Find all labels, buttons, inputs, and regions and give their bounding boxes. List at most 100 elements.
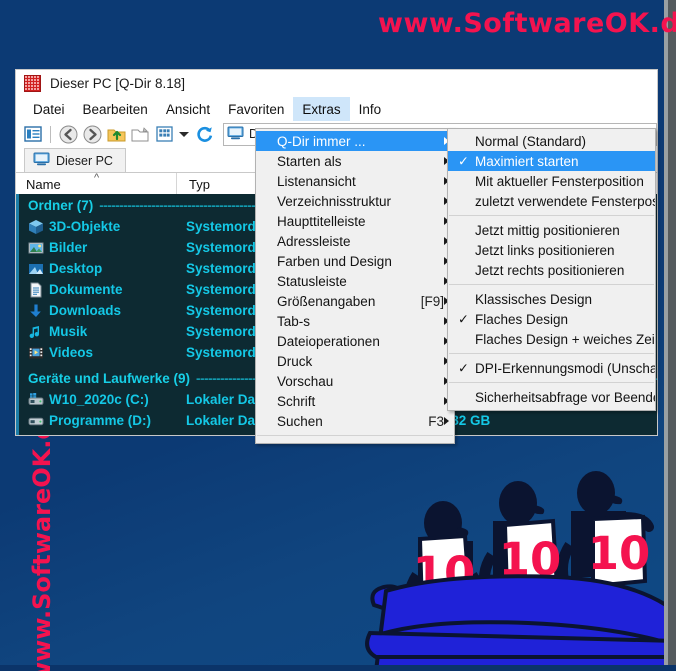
menu-item-label: Schrift [277, 393, 316, 409]
menu-item-druck[interactable]: Druck [256, 351, 454, 371]
menu-item-suchen[interactable]: Suchen F3 [256, 411, 454, 431]
tab-label: Dieser PC [56, 153, 113, 168]
checkmark-icon: ✓ [458, 311, 469, 327]
submenu-item-maximiert-starten[interactable]: ✓ Maximiert starten [448, 151, 655, 171]
videos-icon [28, 345, 44, 361]
menu-item-label: Haupttitelleiste [277, 213, 366, 229]
menu-item-verzeichnisstruktur[interactable]: Verzeichnisstruktur [256, 191, 454, 211]
new-folder-icon[interactable] [129, 123, 151, 145]
submenu-item-flaches-design-weiches-zeichnen[interactable]: Flaches Design + weiches Zeichnen [448, 329, 655, 349]
column-header-typ[interactable]: Typ [177, 177, 210, 192]
menu-item-dateioperationen[interactable]: Dateioperationen [256, 331, 454, 351]
menu-item-tabs[interactable]: Tab-s [256, 311, 454, 331]
list-item-name: Dokumente [49, 282, 123, 297]
menu-item-label: Druck [277, 353, 313, 369]
sign-right: 10 [588, 514, 651, 589]
submenu-item-jetzt-links-positionieren[interactable]: Jetzt links positionieren [448, 240, 655, 260]
menu-extras[interactable]: Q-Dir immer ... Starten als Listenansich… [255, 128, 455, 444]
submenu-item-mit-aktueller-fensterposition[interactable]: Mit aktueller Fensterposition [448, 171, 655, 191]
menu-item-label: Farben und Design [277, 253, 392, 269]
3d-objects-icon [28, 219, 44, 235]
downloads-icon [28, 303, 44, 319]
toolbar-separator [50, 125, 51, 143]
menubar-item-extras[interactable]: Extras [293, 97, 350, 121]
menubar-item-bearbeiten[interactable]: Bearbeiten [74, 97, 157, 121]
cartoon-illustration: 10 10 10 [365, 471, 676, 671]
menu-item-listenansicht[interactable]: Listenansicht [256, 171, 454, 191]
submenu-item-klassisches-design[interactable]: Klassisches Design [448, 289, 655, 309]
music-icon [28, 324, 44, 340]
list-item-name: W10_2020c (C:) [49, 392, 149, 407]
menu-item-label: Flaches Design [475, 311, 569, 327]
menu-item-haupttitelleiste[interactable]: Haupttitelleiste [256, 211, 454, 231]
submenu-item-flaches-design[interactable]: ✓ Flaches Design [448, 309, 655, 329]
menubar-item-favoriten[interactable]: Favoriten [219, 97, 293, 121]
list-item-name: Bilder [49, 240, 88, 255]
menu-item-label: Q-Dir immer ... [277, 133, 366, 149]
this-pc-icon [227, 126, 244, 143]
chevron-down-icon[interactable] [177, 123, 191, 145]
menubar-item-datei[interactable]: Datei [24, 97, 74, 121]
group-title: Geräte und Laufwerke (9) [28, 370, 191, 386]
menu-item-label: Jetzt mittig positionieren [475, 222, 620, 238]
submenu-item-zuletzt-verwendete-fensterposition[interactable]: zuletzt verwendete Fensterposition [448, 191, 655, 211]
menu-item-adressleiste[interactable]: Adressleiste [256, 231, 454, 251]
tab-dieser-pc[interactable]: Dieser PC [24, 148, 126, 172]
menu-q-dir-immer-submenu[interactable]: Normal (Standard) ✓ Maximiert starten Mi… [447, 128, 656, 411]
menu-item-groessenangaben[interactable]: Größenangaben [F9] [256, 291, 454, 311]
submenu-item-sicherheitsabfrage-vor-beenden[interactable]: Sicherheitsabfrage vor Beenden [448, 387, 655, 407]
menu-item-label: Sicherheitsabfrage vor Beenden [475, 389, 656, 405]
menu-item-label: zuletzt verwendete Fensterposition [475, 193, 655, 209]
window-title: Dieser PC [Q-Dir 8.18] [50, 76, 186, 91]
sofa [365, 574, 676, 671]
drive-icon [28, 413, 44, 429]
refresh-icon[interactable] [193, 123, 215, 145]
menu-item-label: Tab-s [277, 313, 311, 329]
documents-icon [28, 282, 44, 298]
svg-text:10: 10 [588, 527, 651, 580]
window-titlebar: Dieser PC [Q-Dir 8.18] [16, 70, 657, 97]
menu-separator [449, 353, 654, 354]
menubar-item-ansicht[interactable]: Ansicht [157, 97, 219, 121]
menu-item-label: Maximiert starten [475, 153, 579, 169]
menubar: Datei Bearbeiten Ansicht Favoriten Extra… [16, 97, 657, 121]
menu-item-statusleiste[interactable]: Statusleiste [256, 271, 454, 291]
windows-drive-icon [28, 392, 44, 408]
menu-item-label: Verzeichnisstruktur [277, 193, 392, 209]
menu-item-q-dir-immer[interactable]: Q-Dir immer ... [256, 131, 454, 151]
desktop-icon [28, 261, 44, 277]
list-item-name: Videos [49, 345, 94, 360]
menu-item-vorschau[interactable]: Vorschau [256, 371, 454, 391]
back-icon[interactable] [57, 123, 79, 145]
list-item-name: Musik [49, 324, 88, 339]
submenu-item-jetzt-rechts-positionieren[interactable]: Jetzt rechts positionieren [448, 260, 655, 280]
submenu-arrow-icon [444, 417, 449, 425]
submenu-item-normal-standard[interactable]: Normal (Standard) [448, 131, 655, 151]
menubar-item-info[interactable]: Info [350, 97, 391, 121]
checkmark-icon: ✓ [458, 153, 469, 169]
submenu-item-dpi-erkennungsmodi[interactable]: ✓ DPI-Erkennungsmodi (Unscharfe Darstell… [448, 358, 655, 378]
list-item-name: Inet CRB (E:) [49, 434, 132, 435]
checkmark-icon: ✓ [458, 360, 469, 376]
views-icon[interactable] [153, 123, 175, 145]
menu-item-label: Statusleiste [277, 273, 347, 289]
up-folder-icon[interactable] [105, 123, 127, 145]
qdir-app-icon [24, 75, 41, 92]
menu-item-label: Starten als [277, 153, 342, 169]
submenu-item-jetzt-mittig-positionieren[interactable]: Jetzt mittig positionieren [448, 220, 655, 240]
screen-edge-dark [668, 0, 676, 671]
menu-item-label: Mit aktueller Fensterposition [475, 173, 644, 189]
menu-item-label: Jetzt rechts positionieren [475, 262, 625, 278]
forward-icon[interactable] [81, 123, 103, 145]
menu-item-label: Dateioperationen [277, 333, 380, 349]
menu-item-label: Adressleiste [277, 233, 351, 249]
menu-item-label: Flaches Design + weiches Zeichnen [475, 331, 655, 347]
menu-item-farben-und-design[interactable]: Farben und Design [256, 251, 454, 271]
menu-item-schrift[interactable]: Schrift [256, 391, 454, 411]
list-item-name: Programme (D:) [49, 413, 152, 428]
list-item-name: Desktop [49, 261, 103, 276]
menu-item-label: Normal (Standard) [475, 133, 587, 149]
menu-separator [449, 284, 654, 285]
list-view-icon[interactable] [22, 123, 44, 145]
menu-item-starten-als[interactable]: Starten als [256, 151, 454, 171]
